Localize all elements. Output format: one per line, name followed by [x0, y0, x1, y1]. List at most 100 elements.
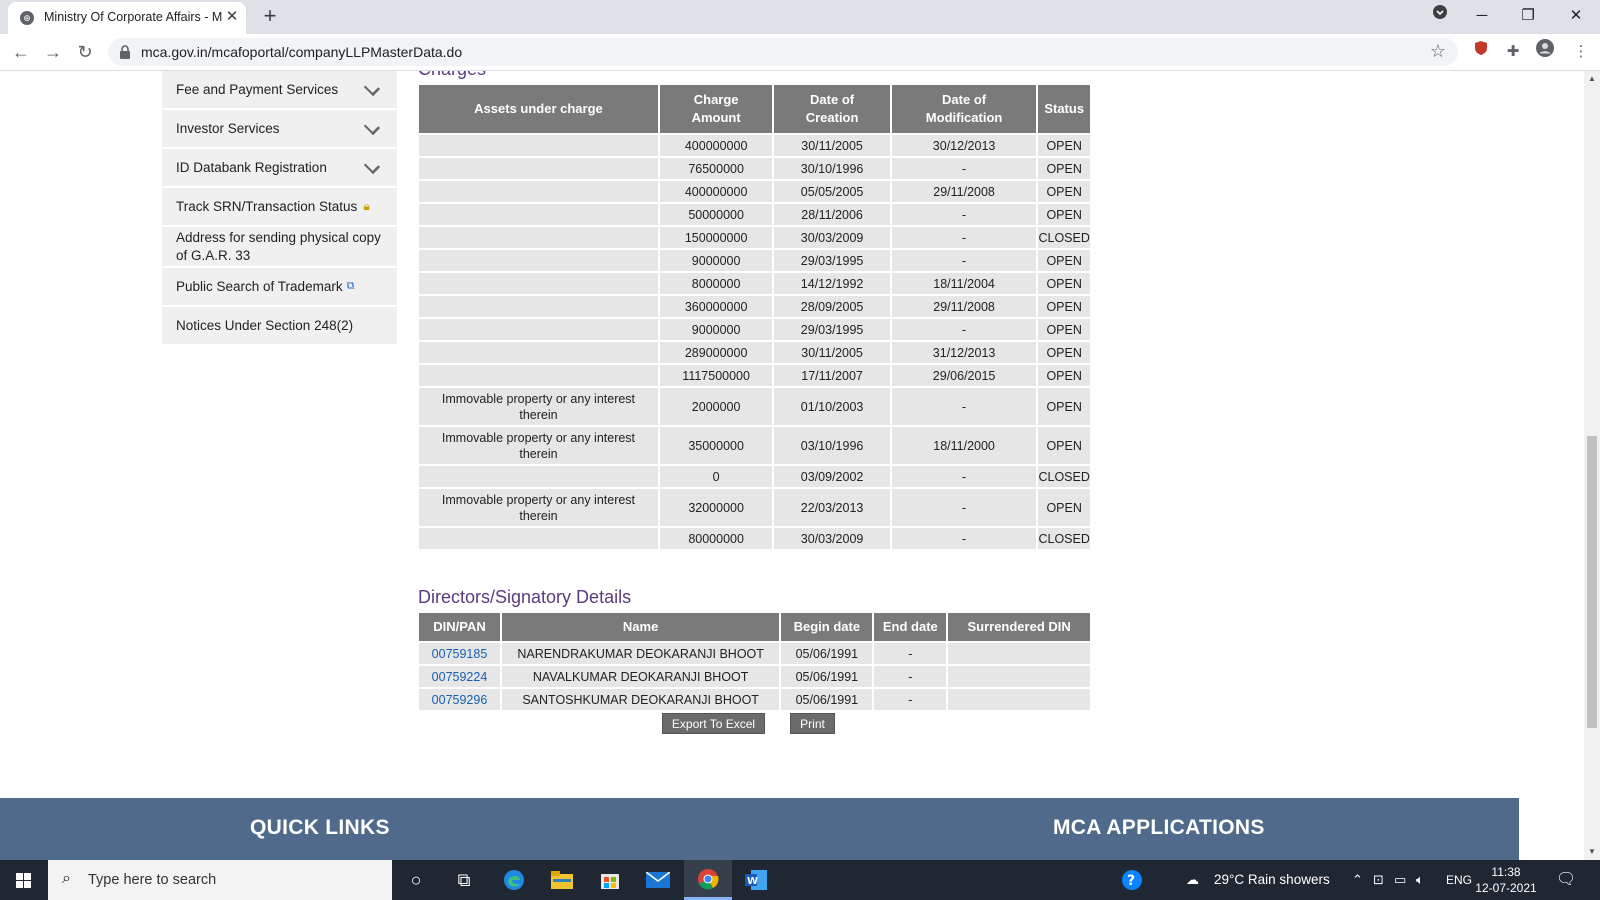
table-cell: 80000000	[659, 528, 773, 549]
table-cell: -	[874, 666, 947, 687]
table-cell: 03/10/1996	[774, 427, 890, 464]
chrome-icon[interactable]	[684, 860, 732, 900]
shield-extension-icon[interactable]	[1468, 39, 1494, 65]
sidebar-menu: Fee and Payment Services Investor Servic…	[162, 71, 397, 346]
print-button[interactable]: Print	[790, 713, 835, 734]
table-cell: OPEN	[1038, 489, 1090, 526]
table-cell: 289000000	[659, 342, 773, 363]
table-cell	[419, 227, 658, 248]
network-icon[interactable]: ▭	[1394, 860, 1406, 900]
cortana-icon[interactable]: ○	[392, 860, 440, 900]
bookmark-star-icon[interactable]: ☆	[1430, 41, 1446, 62]
table-cell: 30/03/2009	[774, 227, 890, 248]
table-cell: OPEN	[1038, 365, 1090, 386]
taskbar-clock[interactable]: 11:38 12-07-2021	[1472, 864, 1540, 896]
browser-tab[interactable]: ⊕ Ministry Of Corporate Affairs - M ✕	[8, 2, 246, 34]
table-cell: 30/10/1996	[774, 158, 890, 179]
column-header: DIN/PAN	[419, 613, 500, 641]
charge-row: 360000000 28/09/2005 29/11/2008 OPEN	[419, 296, 1090, 317]
forward-icon[interactable]: →	[40, 39, 66, 65]
table-cell: -	[891, 489, 1037, 526]
charge-row: 50000000 28/11/2006- OPEN	[419, 204, 1090, 225]
close-tab-icon[interactable]: ✕	[222, 7, 242, 27]
minimize-icon[interactable]: ─	[1462, 2, 1502, 30]
table-cell: 01/10/2003	[774, 388, 890, 425]
sidebar-item-investor-services[interactable]: Investor Services	[162, 110, 397, 149]
sidebar-item-trademark-search[interactable]: Public Search of Trademark ⧉	[162, 268, 397, 307]
table-cell: 14/12/1992	[774, 273, 890, 294]
din-link[interactable]: 00759224	[419, 666, 500, 687]
address-bar[interactable]: mca.gov.in/mcafoportal/companyLLPMasterD…	[108, 38, 1458, 66]
table-cell: 400000000	[659, 135, 773, 156]
reload-icon[interactable]: ↻	[72, 39, 98, 65]
taskbar-search-box[interactable]: ⌕ Type here to search	[48, 860, 392, 900]
file-explorer-icon[interactable]	[538, 860, 586, 900]
tray-expand-chevron-icon[interactable]: ⌃	[1352, 860, 1363, 900]
din-link[interactable]: 00759185	[419, 643, 500, 664]
column-header: Begin date	[781, 613, 873, 641]
sidebar-item-gar33-address[interactable]: Address for sending physical copy of G.A…	[162, 227, 397, 268]
weather-cloud-icon[interactable]: ☁︎	[1186, 860, 1199, 900]
edge-browser-icon[interactable]	[490, 860, 538, 900]
table-cell: OPEN	[1038, 319, 1090, 340]
scroll-up-arrow-icon[interactable]: ▲	[1588, 74, 1596, 83]
tab-title: Ministry Of Corporate Affairs - M	[44, 10, 222, 24]
task-view-icon[interactable]: ⧉	[440, 860, 488, 900]
mail-icon[interactable]	[634, 860, 682, 900]
charge-row: 76500000 30/10/1996- OPEN	[419, 158, 1090, 179]
back-icon[interactable]: ←	[8, 39, 34, 65]
table-cell: 29/03/1995	[774, 250, 890, 271]
mca-applications-heading: MCA APPLICATIONS	[1053, 816, 1265, 839]
volume-icon[interactable]: 🔈︎	[1416, 860, 1424, 900]
table-cell	[419, 250, 658, 271]
table-cell: OPEN	[1038, 342, 1090, 363]
help-icon[interactable]: ?	[1108, 860, 1156, 900]
sidebar-item-fee-payment[interactable]: Fee and Payment Services	[162, 71, 397, 110]
table-cell: -	[891, 388, 1037, 425]
close-window-icon[interactable]: ✕	[1556, 2, 1596, 30]
table-cell: 2000000	[659, 388, 773, 425]
charges-table: Assets under charge Charge Amount Date o…	[417, 83, 1092, 551]
column-header: Surrendered DIN	[948, 613, 1090, 641]
table-cell: 8000000	[659, 273, 773, 294]
directors-header-row: DIN/PAN Name Begin date End date Surrend…	[419, 613, 1090, 641]
search-icon: ⌕	[62, 870, 71, 887]
din-link[interactable]: 00759296	[419, 689, 500, 710]
browser-menu-icon[interactable]: ⋮	[1568, 39, 1594, 65]
sidebar-item-track-srn[interactable]: Track SRN/Transaction Status 🔒︎	[162, 188, 397, 227]
sidebar-item-id-databank[interactable]: ID Databank Registration	[162, 149, 397, 188]
table-cell: -	[891, 250, 1037, 271]
page-scrollbar[interactable]: ▲ ▼	[1584, 71, 1600, 860]
globe-icon: ⊕	[20, 11, 34, 25]
start-button[interactable]	[0, 860, 48, 900]
table-cell	[419, 466, 658, 487]
meet-now-icon[interactable]: ⊡	[1373, 860, 1384, 900]
input-language[interactable]: ENG	[1446, 860, 1472, 900]
notifications-icon[interactable]: 🗨︎	[1556, 860, 1576, 900]
table-cell: 29/11/2008	[891, 181, 1037, 202]
table-cell: 03/09/2002	[774, 466, 890, 487]
table-cell: 17/11/2007	[774, 365, 890, 386]
extensions-puzzle-icon[interactable]: ✚	[1500, 39, 1526, 65]
scrollbar-thumb[interactable]	[1587, 436, 1597, 728]
word-icon[interactable]: W	[732, 860, 780, 900]
table-cell: -	[874, 689, 947, 710]
directors-table-body: 00759185 NARENDRAKUMAR DEOKARANJI BHOOT 05…	[419, 643, 1090, 710]
charge-row: 400000000 05/05/2005 29/11/2008 OPEN	[419, 181, 1090, 202]
sidebar-item-notices-248[interactable]: Notices Under Section 248(2)	[162, 307, 397, 346]
profile-avatar-icon[interactable]	[1532, 39, 1558, 65]
table-cell: 360000000	[659, 296, 773, 317]
new-tab-icon[interactable]: +	[258, 3, 282, 29]
tab-search-icon[interactable]	[1420, 2, 1460, 30]
restore-icon[interactable]: ❐	[1508, 2, 1548, 30]
table-cell	[419, 528, 658, 549]
clock-time: 11:38	[1491, 865, 1521, 879]
export-to-excel-button[interactable]: Export To Excel	[662, 713, 765, 734]
microsoft-store-icon[interactable]	[586, 860, 634, 900]
scroll-down-arrow-icon[interactable]: ▼	[1588, 847, 1596, 856]
weather-text[interactable]: 29°C Rain showers	[1214, 860, 1330, 900]
table-cell: OPEN	[1038, 181, 1090, 202]
charges-table-body: 400000000 30/11/2005 30/12/2013 OPEN 7650000…	[419, 135, 1090, 549]
table-cell: 05/05/2005	[774, 181, 890, 202]
table-cell: 150000000	[659, 227, 773, 248]
